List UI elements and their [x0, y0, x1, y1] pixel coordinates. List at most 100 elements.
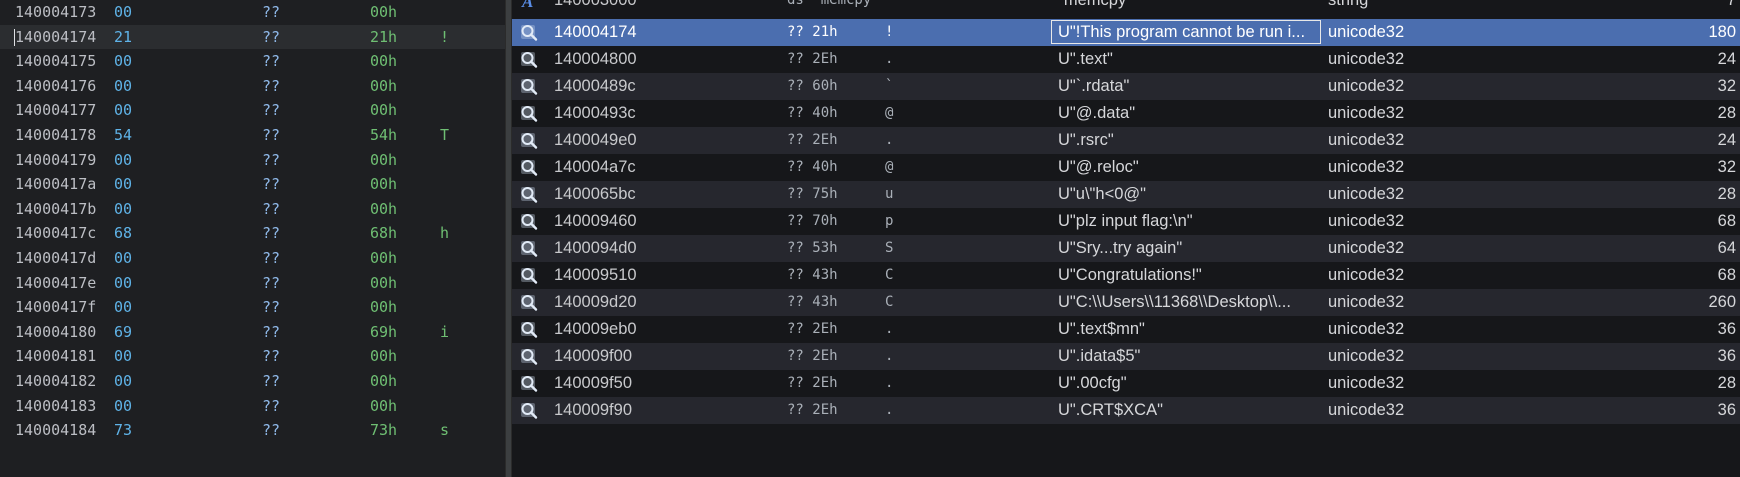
string-data-type: ?? 75h: [787, 186, 838, 202]
listing-byte: 54: [114, 126, 133, 144]
listing-mnemonic: ??: [262, 273, 281, 292]
listing-byte: 68: [114, 224, 133, 243]
strings-table-row[interactable]: 140009510 ?? 43h C U"Congratulations!" unico…: [512, 262, 1740, 289]
listing-row[interactable]: 140004175 00?? 00h: [0, 49, 505, 74]
string-address: 140003000: [554, 0, 637, 9]
listing-mnemonic: ??: [262, 199, 281, 218]
strings-table-row[interactable]: 140004a7c ?? 40h @ U"@.reloc" unicode32 32: [512, 154, 1740, 181]
strings-table-row[interactable]: 14000493c ?? 40h @ U"@.data" unicode32 28: [512, 100, 1740, 127]
listing-mnemonic: ??: [262, 27, 281, 46]
strings-table-row[interactable]: 140009eb0 ?? 2Eh. U".text$mn" unicode32 36: [512, 316, 1740, 343]
string-type: unicode32: [1328, 104, 1405, 122]
string-data-type: ?? 2Eh: [787, 321, 838, 337]
string-type: unicode32: [1328, 374, 1405, 392]
string-value: U".rsrc": [1058, 131, 1114, 149]
listing-address: 140004183: [15, 396, 97, 415]
listing-pane[interactable]: 140004173 00?? 00h 140004174 21?? 21h! 1400041…: [0, 0, 505, 477]
strings-table-row-partial[interactable]: [512, 428, 1740, 477]
string-length: 32: [1717, 77, 1736, 95]
strings-table-row[interactable]: 140009460 ?? 70h p U"plz input flag:\n" unic…: [512, 208, 1740, 235]
string-address: 1400065bc: [554, 185, 636, 203]
string-char: @: [885, 159, 894, 175]
listing-mnemonic: ??: [262, 76, 281, 95]
listing-mnemonic: ??: [262, 372, 281, 390]
listing-row[interactable]: 14000417b 00?? 00h: [0, 197, 505, 222]
listing-row[interactable]: 14000417a 00?? 00h: [0, 172, 505, 197]
listing-row[interactable]: 14000417e 00?? 00h: [0, 271, 505, 296]
listing-row[interactable]: 140004173 00?? 00h: [0, 0, 505, 25]
listing-mnemonic: ??: [262, 126, 281, 144]
string-data-type: ?? 43h: [787, 267, 838, 283]
text-cursor: [14, 28, 15, 46]
magnifier-icon[interactable]: [518, 316, 540, 343]
listing-address: 140004178: [15, 126, 97, 144]
listing-comment-char: T: [440, 126, 450, 144]
magnifier-icon[interactable]: [518, 397, 540, 424]
string-type: unicode32: [1328, 131, 1405, 149]
listing-byte: 00: [114, 396, 133, 415]
magnifier-icon[interactable]: [518, 262, 540, 289]
listing-address: 14000417f: [15, 298, 97, 317]
defined-strings-table[interactable]: A 140003000 ds "memcpy" "memcpy" string …: [512, 0, 1740, 477]
strings-table-row[interactable]: 140004174 ?? 21h! U"!This program cannot b…: [512, 19, 1740, 46]
listing-row[interactable]: 14000417c 68?? 68h h: [0, 221, 505, 246]
listing-byte: 00: [114, 347, 133, 366]
strings-table-row[interactable]: 140009d20 ?? 43h C U"C:\\Users\\11368\\Desk…: [512, 289, 1740, 316]
magnifier-icon[interactable]: [518, 127, 540, 154]
listing-mnemonic: ??: [262, 224, 281, 243]
magnifier-icon[interactable]: [518, 343, 540, 370]
listing-byte: 00: [114, 52, 133, 71]
listing-row[interactable]: 140004177 00?? 00h: [0, 98, 505, 123]
magnifier-icon[interactable]: [518, 73, 540, 100]
listing-row[interactable]: 140004179 00?? 00h: [0, 148, 505, 173]
string-data-type: ds "memcpy": [787, 0, 880, 8]
strings-table-row[interactable]: 140009f50 ?? 2Eh. U".00cfg" unicode32 28: [512, 370, 1740, 397]
string-char: .: [885, 321, 894, 337]
strings-table-row[interactable]: 140004800 ?? 2Eh. U".text" unicode32 24: [512, 46, 1740, 73]
string-value: U"@.data": [1058, 104, 1136, 122]
listing-row[interactable]: 140004174 21?? 21h!: [0, 24, 505, 50]
magnifier-icon[interactable]: [518, 154, 540, 181]
strings-table-row[interactable]: 1400065bc ?? 75h u U"u\"h<0@" unicode32 28: [512, 181, 1740, 208]
listing-row[interactable]: 140004180 69?? 69h i: [0, 320, 505, 345]
listing-byte: 00: [114, 175, 133, 194]
strings-table-row[interactable]: 140009f00 ?? 2Eh. U".idata$5" unicode32 36: [512, 343, 1740, 370]
listing-operand: 00h: [370, 199, 398, 218]
pane-splitter[interactable]: [505, 0, 512, 477]
string-value: U".text$mn": [1058, 320, 1145, 338]
listing-row[interactable]: 140004183 00?? 00h: [0, 394, 505, 419]
strings-table-row[interactable]: 1400094d0 ?? 53h S U"Sry...try again" unicod…: [512, 235, 1740, 262]
listing-row[interactable]: 140004178 54?? 54h T: [0, 123, 505, 148]
magnifier-icon[interactable]: [518, 289, 540, 316]
magnifier-icon[interactable]: [518, 19, 540, 46]
listing-row[interactable]: 140004182 00?? 00h: [0, 369, 505, 394]
listing-mnemonic: ??: [262, 3, 281, 21]
string-char: u: [885, 186, 894, 202]
listing-row[interactable]: 140004176 00?? 00h: [0, 74, 505, 99]
magnifier-icon[interactable]: [518, 181, 540, 208]
magnifier-icon[interactable]: [518, 208, 540, 235]
magnifier-icon[interactable]: [518, 46, 540, 73]
magnifier-icon[interactable]: [518, 100, 540, 127]
magnifier-icon[interactable]: [518, 370, 540, 397]
string-value: U"!This program cannot be run i...: [1058, 23, 1306, 41]
listing-row[interactable]: 140004184 73?? 73h s: [0, 418, 505, 443]
strings-table-row[interactable]: 140009f90 ?? 2Eh. U".CRT$XCA" unicode32 36: [512, 397, 1740, 424]
string-length: 36: [1717, 320, 1736, 338]
listing-byte: 00: [114, 298, 133, 317]
listing-row[interactable]: 14000417f 00?? 00h: [0, 295, 505, 320]
string-address: 1400094d0: [554, 239, 637, 257]
listing-row[interactable]: 140004181 00?? 00h: [0, 344, 505, 369]
strings-table-row[interactable]: 14000489c ?? 60h ` U"`.rdata" unicode32 32: [512, 73, 1740, 100]
string-length: 180: [1708, 23, 1736, 41]
string-length: 68: [1717, 266, 1736, 284]
string-char: .: [885, 375, 894, 391]
magnifier-icon[interactable]: [518, 235, 540, 262]
strings-table-row[interactable]: 1400049e0 ?? 2Eh. U".rsrc" unicode32 24: [512, 127, 1740, 154]
string-address: 140009510: [554, 266, 637, 284]
listing-byte: 00: [114, 76, 133, 95]
strings-table-row-top[interactable]: A 140003000 ds "memcpy" "memcpy" string …: [512, 0, 1740, 14]
listing-row[interactable]: 14000417d 00?? 00h: [0, 246, 505, 271]
string-char: .: [885, 402, 894, 418]
string-char: .: [885, 51, 894, 67]
